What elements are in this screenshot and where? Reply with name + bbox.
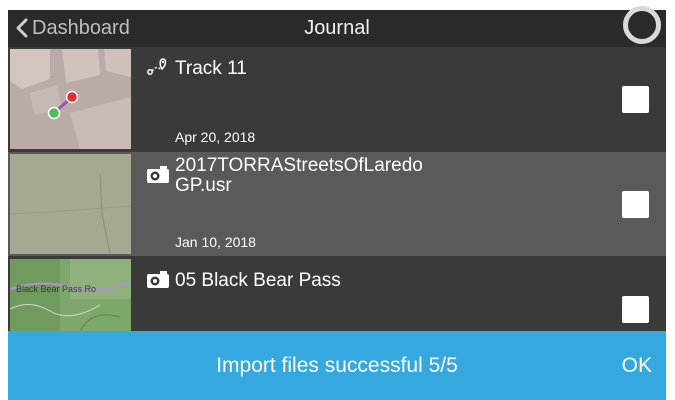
select-checkbox[interactable] bbox=[622, 191, 649, 218]
top-bar: Dashboard Journal bbox=[8, 10, 666, 47]
page-title: Journal bbox=[304, 17, 370, 39]
map-thumbnail: Black Bear Pass Ro bbox=[10, 259, 131, 332]
file-name: Track 11 bbox=[175, 58, 247, 79]
camera-icon bbox=[146, 271, 170, 289]
map-thumbnail bbox=[10, 154, 131, 254]
file-name: 05 Black Bear Pass bbox=[175, 270, 341, 291]
file-name: 2017TORRAStreetsOfLaredo GP.usr bbox=[175, 155, 423, 196]
file-date: Jan 10, 2018 bbox=[175, 234, 256, 250]
select-checkbox[interactable] bbox=[622, 296, 649, 323]
list-item[interactable]: 2017TORRAStreetsOfLaredo GP.usr Jan 10, … bbox=[8, 152, 666, 256]
map-label: Black Bear Pass Ro bbox=[16, 284, 96, 294]
screen: Dashboard Journal Track 11 Apr 20, 2018 … bbox=[0, 0, 675, 400]
select-checkbox[interactable] bbox=[622, 86, 649, 113]
loading-ring-icon bbox=[623, 6, 661, 44]
ok-button[interactable]: OK bbox=[622, 331, 652, 400]
import-toast: Import files successful 5/5 OK bbox=[8, 331, 666, 400]
list-item[interactable]: Black Bear Pass Ro 05 Black Bear Pass bbox=[8, 257, 666, 332]
track-route-icon bbox=[146, 57, 168, 77]
toast-message: Import files successful 5/5 bbox=[216, 353, 458, 377]
file-date: Apr 20, 2018 bbox=[175, 129, 256, 145]
journal-list: Track 11 Apr 20, 2018 2017TORRAStreetsOf… bbox=[8, 47, 666, 332]
camera-icon bbox=[146, 166, 170, 184]
track-thumbnail bbox=[10, 49, 131, 149]
list-item[interactable]: Track 11 Apr 20, 2018 bbox=[8, 47, 666, 151]
